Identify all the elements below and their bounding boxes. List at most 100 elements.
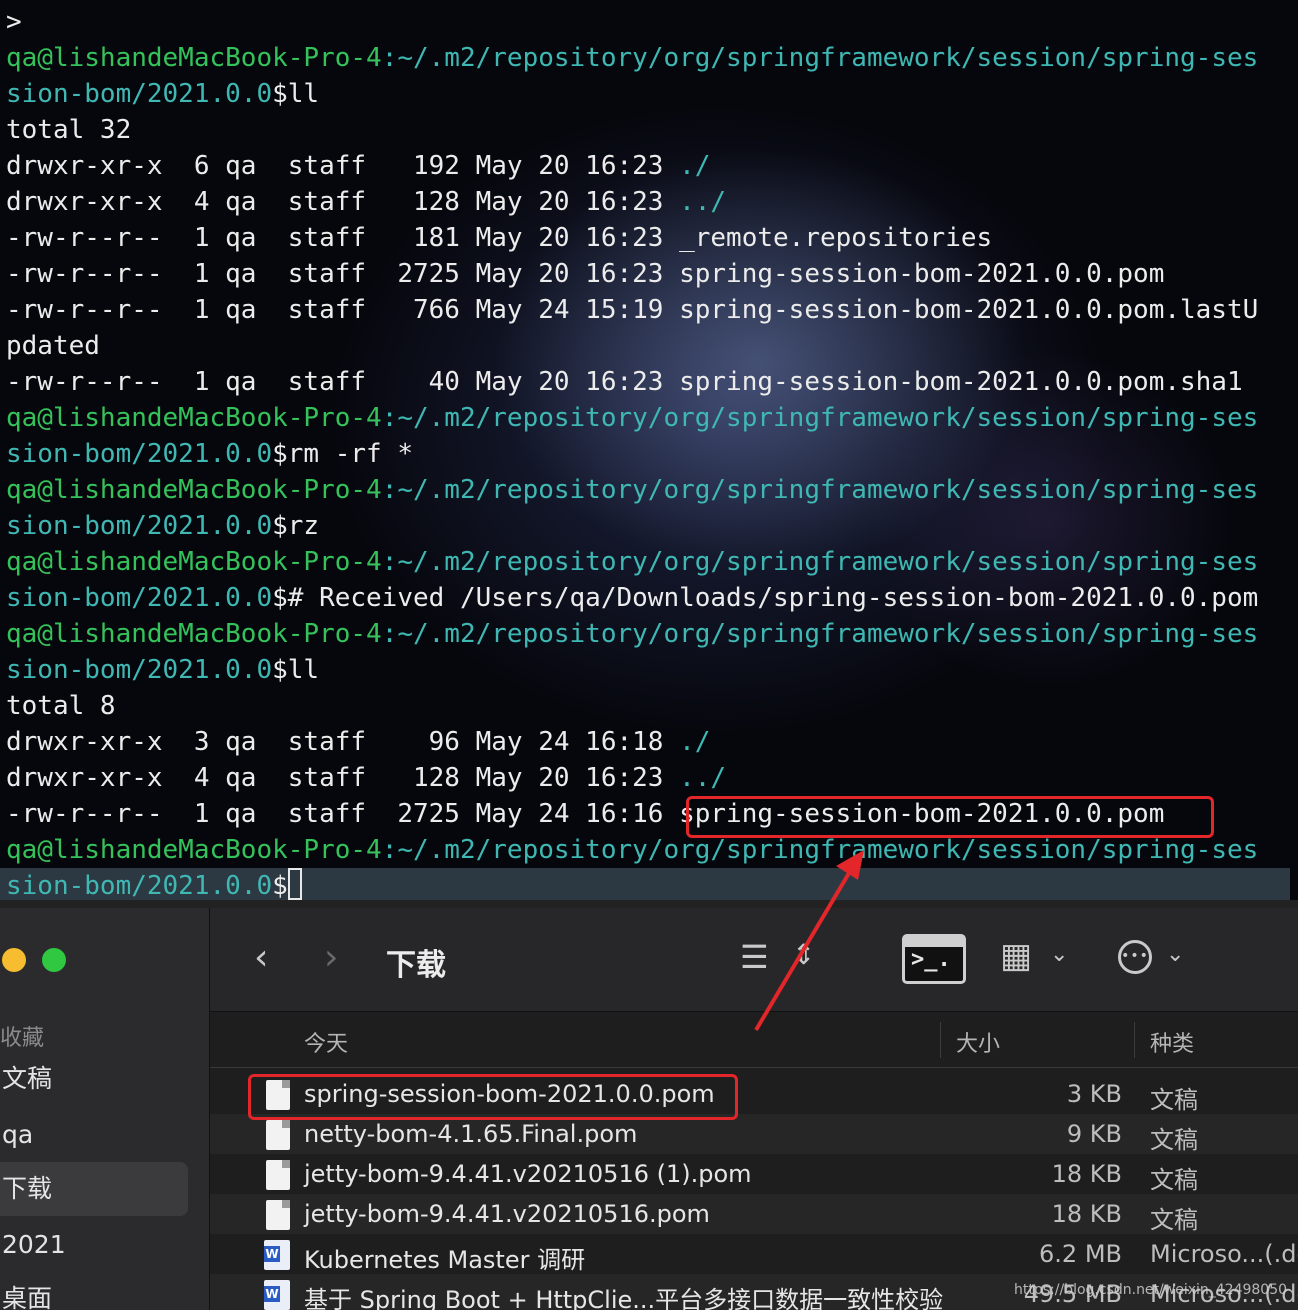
terminal-line: total 8 [6,688,1298,724]
file-row[interactable]: jetty-bom-9.4.41.v20210516 (1).pom 18 KB 文… [210,1154,1298,1194]
prompt-user: qa@lishandeMacBook-Pro-4 [6,43,382,73]
terminal-line: sion-bom/2021.0.0$ [0,868,1290,904]
prompt-path: sion-bom/2021.0.0 [6,79,273,109]
terminal-line: qa@lishandeMacBook-Pro-4:~/.m2/repositor… [6,400,1298,436]
file-row[interactable]: jetty-bom-9.4.41.v20210516.pom 18 KB 文稿 [210,1194,1298,1234]
column-kind[interactable]: 种类 [1150,1026,1194,1058]
terminal-text: $rm -rf * [272,439,413,469]
prompt-path: :~/.m2/repository/org/springframework/se… [381,619,1259,649]
terminal-text: $ll [272,655,320,685]
prompt-path: sion-bom/2021.0.0 [6,871,273,901]
list-view-icon[interactable]: ☰ [740,938,769,976]
terminal-line: sion-bom/2021.0.0$# Received /Users/qa/D… [6,580,1298,616]
prompt-path: :~/.m2/repository/org/springframework/se… [381,835,1259,865]
sidebar-item-downloads[interactable]: 下载 [0,1162,188,1216]
terminal-window[interactable]: > qa@lishandeMacBook-Pro-4:~/.m2/reposito… [0,0,1298,908]
terminal-text: -rw-r--r-- 1 qa staff 766 May 24 15:19 s… [6,295,1259,325]
terminal-text: $ll [272,79,320,109]
terminal-output: > qa@lishandeMacBook-Pro-4:~/.m2/reposito… [0,4,1298,904]
file-name: jetty-bom-9.4.41.v20210516.pom [304,1200,710,1228]
terminal-line: -rw-r--r-- 1 qa staff 2725 May 20 16:23 … [6,256,1298,292]
forward-button[interactable]: › [324,938,338,978]
column-size[interactable]: 大小 [956,1026,1000,1058]
column-name[interactable]: 今天 [304,1026,348,1058]
sidebar-item-documents[interactable]: 文稿 [0,1052,188,1106]
prompt-path: ./ [679,151,711,181]
terminal-line: drwxr-xr-x 6 qa staff 192 May 20 16:23 .… [6,148,1298,184]
finder-toolbar: ‹ › 下载 ☰ ⇕ >_. ▦ ⌄ ••• ⌄ [210,908,1298,1012]
file-kind: 文稿 [1150,1206,1198,1234]
terminal-line: drwxr-xr-x 4 qa staff 128 May 20 16:23 .… [6,184,1298,220]
prompt-path: :~/.m2/repository/org/springframework/se… [381,547,1259,577]
terminal-text: -rw-r--r-- 1 qa staff 2725 May 20 16:23 … [6,259,1165,289]
prompt-path: :~/.m2/repository/org/springframework/se… [381,403,1259,433]
terminal-line: total 32 [6,112,1298,148]
prompt-path: sion-bom/2021.0.0 [6,583,273,613]
terminal-app-icon[interactable]: >_. [902,934,966,984]
prompt-path: :~/.m2/repository/org/springframework/se… [381,475,1259,505]
back-button[interactable]: ‹ [254,938,268,978]
grid-view-icon[interactable]: ▦ [1000,936,1032,976]
terminal-line: drwxr-xr-x 4 qa staff 128 May 20 16:23 .… [6,760,1298,796]
prompt-user: qa@lishandeMacBook-Pro-4 [6,835,382,865]
file-size: 18 KB [1051,1160,1122,1188]
terminal-cursor[interactable] [287,868,302,900]
finder-highlight-box [248,1074,738,1120]
prompt-user: qa@lishandeMacBook-Pro-4 [6,619,382,649]
window-title: 下载 [386,948,446,983]
prompt-path: ../ [679,187,727,217]
file-name: netty-bom-4.1.65.Final.pom [304,1120,638,1148]
terminal-text: total 32 [6,115,132,145]
terminal-text: $# Received /Users/qa/Downloads/spring-s… [272,583,1259,613]
file-kind: 文稿 [1150,1166,1198,1194]
terminal-text: pdated [6,331,100,361]
terminal-line: qa@lishandeMacBook-Pro-4:~/.m2/repositor… [6,472,1298,508]
file-name: Kubernetes Master 调研 [304,1246,586,1274]
terminal-line: sion-bom/2021.0.0$rm -rf * [6,436,1298,472]
terminal-text: drwxr-xr-x 3 qa staff 96 May 24 16:18 [6,727,680,757]
terminal-text: total 8 [6,691,116,721]
more-actions-icon[interactable]: ••• [1118,940,1152,974]
prompt-path: sion-bom/2021.0.0 [6,439,273,469]
terminal-text: -rw-r--r-- 1 qa staff 181 May 20 16:23 _… [6,223,993,253]
prompt-path: ../ [679,763,727,793]
sidebar-item-2021[interactable]: 2021 [0,1218,188,1272]
sidebar-item-desktop[interactable]: 桌面 [0,1272,188,1310]
sort-icon[interactable]: ⇕ [792,938,815,971]
terminal-line: -rw-r--r-- 1 qa staff 40 May 20 16:23 sp… [6,364,1298,400]
file-size: 3 KB [1066,1080,1122,1108]
prompt-user: qa@lishandeMacBook-Pro-4 [6,475,382,505]
terminal-text: drwxr-xr-x 6 qa staff 192 May 20 16:23 [6,151,680,181]
file-row[interactable]: netty-bom-4.1.65.Final.pom 9 KB 文稿 [210,1114,1298,1154]
sidebar-section-favorites: 收藏 [0,1026,45,1051]
prompt-path: ./ [679,727,711,757]
terminal-line: -rw-r--r-- 1 qa staff 766 May 24 15:19 s… [6,292,1298,328]
terminal-line: > [6,4,1298,40]
window-divider [0,900,1298,908]
prompt-user: qa@lishandeMacBook-Pro-4 [6,403,382,433]
word-document-icon: W [264,1240,290,1270]
prompt-path: :~/.m2/repository/org/springframework/se… [381,43,1259,73]
terminal-line: sion-bom/2021.0.0$ll [6,76,1298,112]
document-file-icon [266,1160,290,1190]
finder-sidebar: 收藏 文稿 qa 下载 2021 桌面 [0,908,210,1310]
terminal-line: sion-bom/2021.0.0$ll [6,652,1298,688]
column-divider [940,1022,941,1058]
terminal-text: -rw-r--r-- 1 qa staff 40 May 20 16:23 sp… [6,367,1243,397]
terminal-line: qa@lishandeMacBook-Pro-4:~/.m2/repositor… [6,40,1298,76]
minimize-button[interactable] [2,948,26,972]
file-size: 9 KB [1066,1120,1122,1148]
chevron-down-icon[interactable]: ⌄ [1166,942,1184,967]
terminal-line: pdated [6,328,1298,364]
file-name: jetty-bom-9.4.41.v20210516 (1).pom [304,1160,752,1188]
prompt-user: qa@lishandeMacBook-Pro-4 [6,547,382,577]
terminal-line: -rw-r--r-- 1 qa staff 181 May 20 16:23 _… [6,220,1298,256]
file-kind: 文稿 [1150,1086,1198,1114]
watermark: https://blog.csdn.net/weixin_42498050 [1014,1282,1288,1298]
zoom-button[interactable] [42,948,66,972]
document-file-icon [266,1120,290,1150]
chevron-down-icon[interactable]: ⌄ [1050,942,1068,967]
sidebar-item-home[interactable]: qa [0,1108,188,1162]
file-row[interactable]: W Kubernetes Master 调研 6.2 MB Microso...(.d… [210,1234,1298,1274]
file-size: 6.2 MB [1039,1240,1122,1268]
